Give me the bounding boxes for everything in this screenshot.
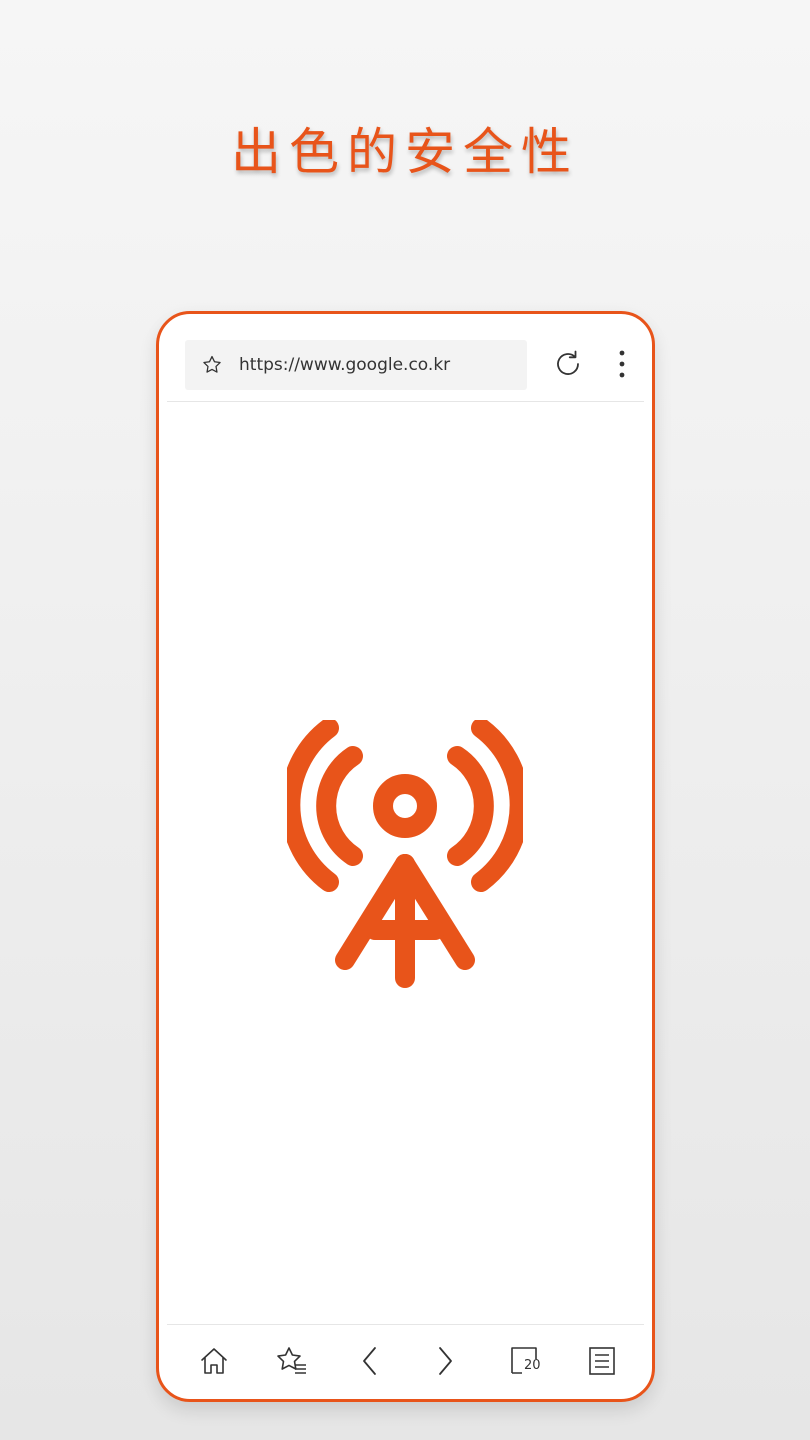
reload-icon[interactable]	[552, 348, 584, 380]
tabs-button[interactable]: 20	[506, 1343, 542, 1379]
page-content	[159, 402, 652, 1324]
list-menu-icon	[589, 1347, 615, 1375]
chevron-right-icon	[439, 1347, 452, 1375]
menu-button[interactable]	[584, 1343, 620, 1379]
back-button[interactable]	[352, 1343, 388, 1379]
headline: 出色的安全性	[231, 123, 579, 181]
antenna-broadcast-icon	[287, 720, 523, 988]
chevron-left-icon	[363, 1347, 376, 1375]
address-bar[interactable]: https://www.google.co.kr	[185, 340, 527, 390]
home-icon	[201, 1348, 227, 1374]
bottom-navigation: 20	[159, 1325, 652, 1399]
home-button[interactable]	[196, 1343, 232, 1379]
more-vertical-icon[interactable]	[614, 348, 630, 380]
tab-count: 20	[523, 1358, 542, 1373]
bookmarks-button[interactable]	[274, 1343, 310, 1379]
star-icon[interactable]	[201, 354, 223, 376]
browser-frame: https://www.google.co.kr 20	[156, 311, 655, 1402]
url-text[interactable]: https://www.google.co.kr	[239, 352, 450, 378]
forward-button[interactable]	[427, 1343, 463, 1379]
bookmarks-list-icon	[277, 1347, 306, 1374]
